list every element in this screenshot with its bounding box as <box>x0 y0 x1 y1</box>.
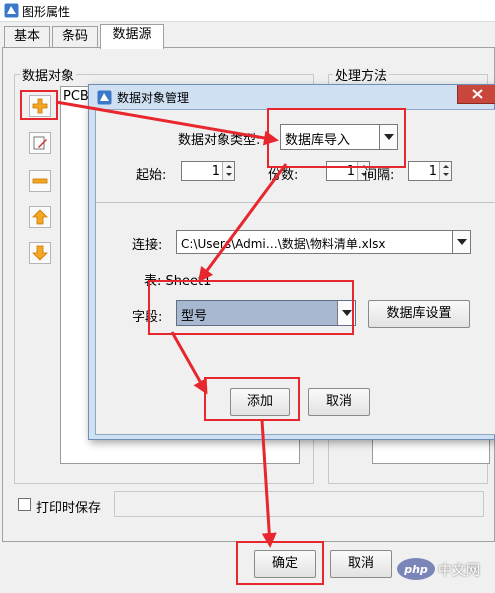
interval-spin-buttons[interactable] <box>439 162 451 180</box>
connection-dropdown-button[interactable] <box>452 231 470 253</box>
window-titlebar: 图形属性 <box>0 0 495 22</box>
cancel-button[interactable]: 取消 <box>330 550 392 578</box>
tab-barcode[interactable]: 条码 <box>52 26 98 48</box>
php-watermark: php 中文网 <box>396 551 495 593</box>
interval-value: 1 <box>428 164 437 179</box>
tab-strip: 基本 条码 数据源 <box>0 22 495 49</box>
highlight-type-combo <box>267 108 406 168</box>
edit-icon <box>33 136 47 150</box>
highlight-add-button <box>204 377 300 421</box>
spin-down-icon <box>443 173 449 176</box>
move-down-icon <box>32 245 48 261</box>
dialog-cancel-button[interactable]: 取消 <box>308 388 370 416</box>
tab-datasource[interactable]: 数据源 <box>100 24 164 49</box>
print-save-label: 打印时保存 <box>36 501 102 516</box>
section-divider <box>96 202 495 203</box>
highlight-add-tool <box>20 90 58 120</box>
list-item[interactable]: PCB <box>63 89 89 104</box>
processing-group-label: 处理方法 <box>333 65 390 84</box>
type-label: 数据对象类型: <box>178 133 261 148</box>
move-down-button[interactable] <box>29 242 51 264</box>
data-object-group-label: 数据对象 <box>20 65 77 84</box>
spin-up-icon <box>226 165 232 168</box>
print-save-field <box>114 491 484 517</box>
print-save-checkbox[interactable] <box>18 498 31 511</box>
database-settings-button[interactable]: 数据库设置 <box>368 300 470 328</box>
connection-label: 连接: <box>132 238 163 253</box>
tab-basic[interactable]: 基本 <box>4 26 50 48</box>
start-value: 1 <box>211 164 220 179</box>
remove-object-button[interactable] <box>29 170 51 192</box>
move-up-icon <box>32 209 48 225</box>
start-spinner[interactable]: 1 <box>181 161 235 181</box>
spin-up-icon <box>443 165 449 168</box>
window-title: 图形属性 <box>22 5 71 19</box>
close-icon <box>472 89 483 99</box>
dialog-title: 数据对象管理 <box>117 91 190 105</box>
move-up-button[interactable] <box>29 206 51 228</box>
connection-value: C:\Users\Admi…\数据\物料清单.xlsx <box>181 237 386 251</box>
chevron-down-icon <box>457 239 467 245</box>
highlight-ok-button <box>236 541 324 585</box>
dialog-titlebar: 数据对象管理 <box>89 85 495 109</box>
php-logo-text: php <box>403 563 428 576</box>
remove-icon <box>32 178 48 184</box>
start-label: 起始: <box>136 168 167 183</box>
spin-down-icon <box>226 173 232 176</box>
connection-combo[interactable]: C:\Users\Admi…\数据\物料清单.xlsx <box>176 230 471 254</box>
edit-object-button[interactable] <box>29 132 51 154</box>
highlight-field-combo <box>148 280 354 335</box>
dialog-app-icon <box>97 90 112 105</box>
watermark-text: 中文网 <box>438 563 480 579</box>
dialog-close-button[interactable] <box>457 85 495 104</box>
start-spin-buttons[interactable] <box>222 162 234 180</box>
interval-spinner[interactable]: 1 <box>408 161 452 181</box>
app-icon <box>4 3 19 18</box>
php-logo: php <box>397 558 435 580</box>
